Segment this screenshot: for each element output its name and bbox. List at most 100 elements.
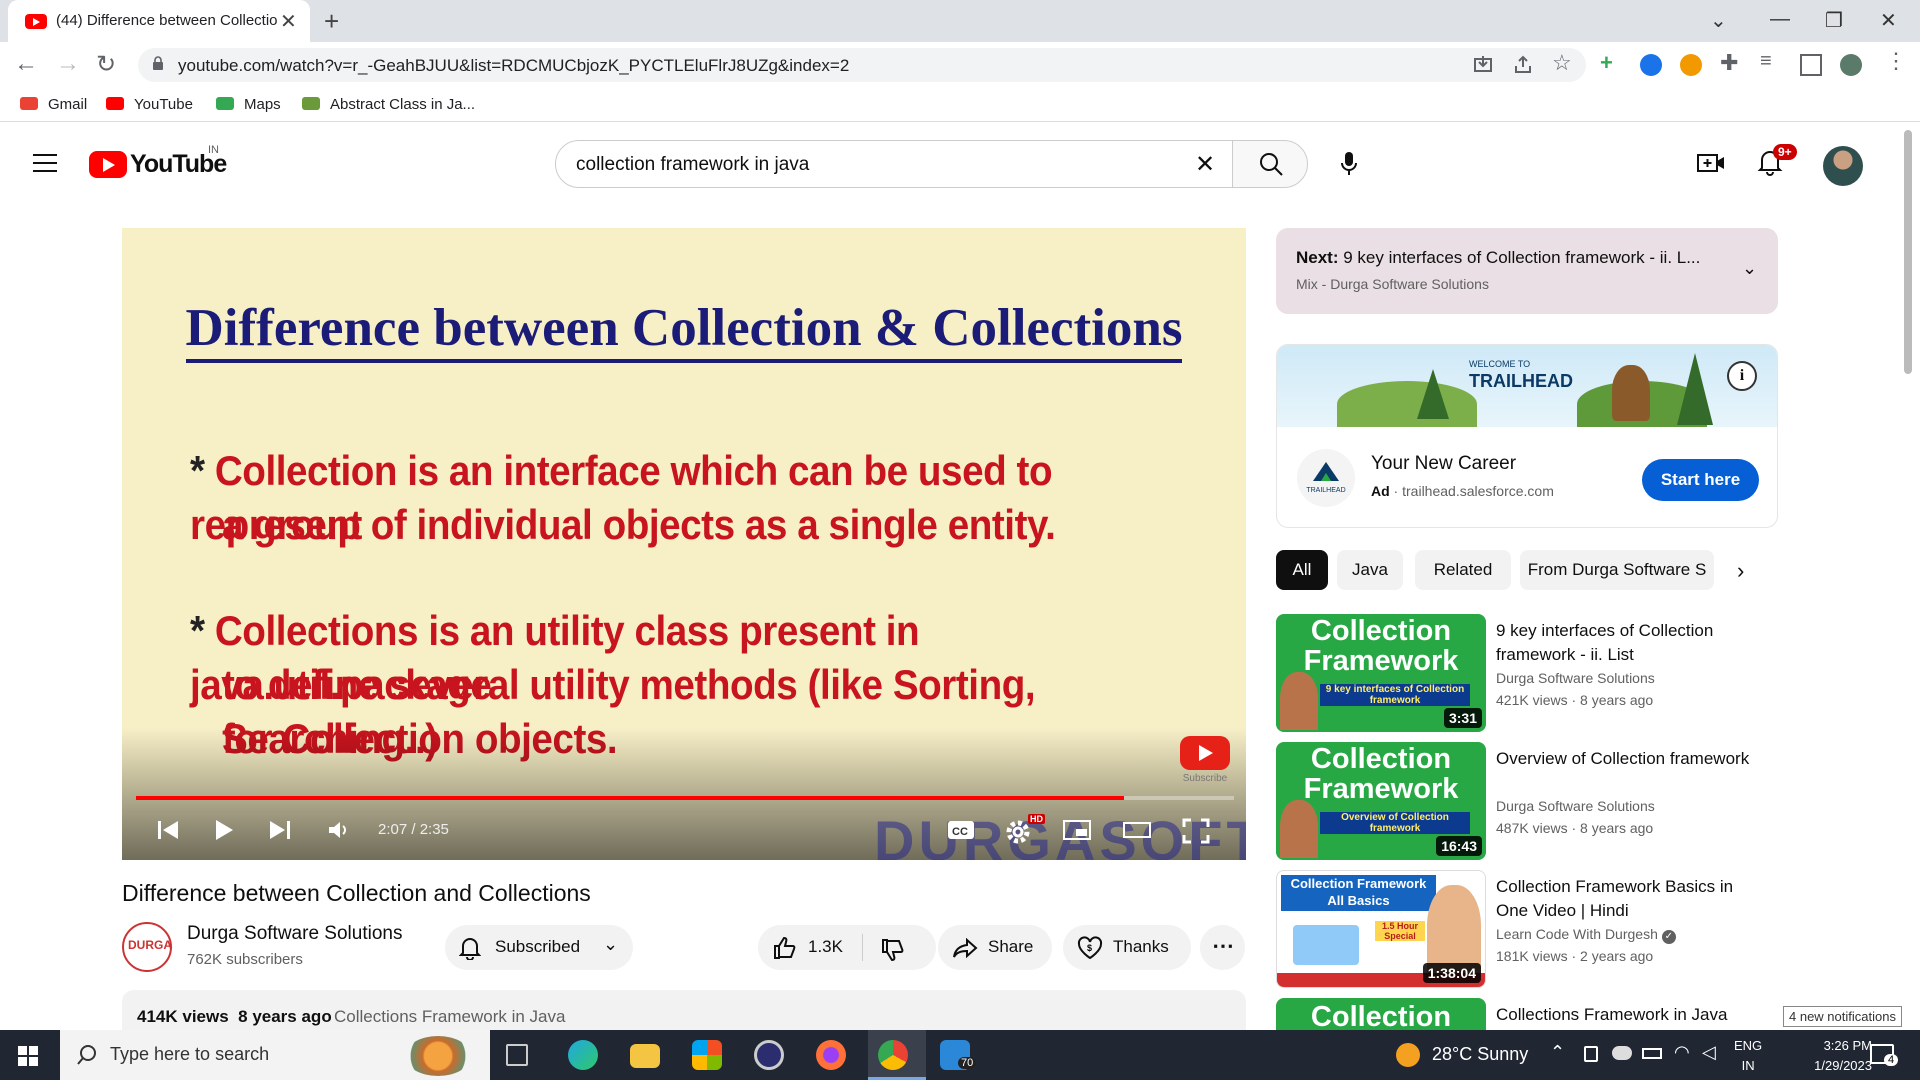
bookmark-maps[interactable]: Maps xyxy=(216,96,281,113)
bookmark-star-icon[interactable]: ☆ xyxy=(1552,50,1574,75)
search-button[interactable] xyxy=(1232,140,1308,188)
page-scrollbar[interactable] xyxy=(1904,130,1912,374)
chip-all[interactable]: All xyxy=(1276,550,1328,590)
chrome-menu-icon[interactable]: ⋮ xyxy=(1885,48,1907,73)
profile-avatar[interactable] xyxy=(1840,54,1862,76)
chip-java[interactable]: Java xyxy=(1337,550,1403,590)
ad-banner-image[interactable]: WELCOME TO TRAILHEAD i xyxy=(1277,345,1777,427)
volume-icon[interactable] xyxy=(326,818,350,842)
bookmark-gmail[interactable]: Gmail xyxy=(20,96,87,113)
thanks-button[interactable]: $ Thanks xyxy=(1063,925,1191,970)
captions-icon[interactable]: CC xyxy=(946,818,976,842)
recommended-channel[interactable]: Learn Code With Durgesh ✓ xyxy=(1496,926,1676,944)
start-here-button[interactable]: Start here xyxy=(1642,459,1759,501)
windows-start-icon[interactable] xyxy=(18,1046,38,1066)
previous-icon[interactable] xyxy=(156,818,180,842)
chevron-down-icon[interactable]: ⌄ xyxy=(1742,258,1757,279)
video-thumbnail[interactable]: Collection Framework 9 key interfaces of… xyxy=(1276,614,1486,732)
new-tab-button[interactable]: + xyxy=(324,6,339,37)
recommended-title[interactable]: 9 key interfaces of Collection framework… xyxy=(1496,619,1766,667)
youtube-logo-icon[interactable] xyxy=(89,151,127,178)
close-tab-icon[interactable]: ✕ xyxy=(280,9,297,34)
channel-avatar[interactable]: DURGA xyxy=(122,922,172,972)
extension-orange-icon[interactable] xyxy=(1680,54,1702,76)
share-page-icon[interactable] xyxy=(1512,54,1534,76)
recommended-video[interactable]: Collection Framework 9 key interfaces of… xyxy=(1276,614,1776,734)
chevron-right-icon[interactable]: › xyxy=(1737,558,1744,584)
battery-icon[interactable] xyxy=(1642,1048,1662,1059)
extension-plus-icon[interactable]: + xyxy=(1600,50,1622,75)
channel-name[interactable]: Durga Software Solutions xyxy=(187,923,402,945)
thumbs-up-icon[interactable] xyxy=(772,935,798,961)
extensions-puzzle-icon[interactable]: ✚ xyxy=(1720,50,1742,75)
next-icon[interactable] xyxy=(268,818,292,842)
clock[interactable]: 3:26 PM 1/29/2023 xyxy=(1800,1036,1872,1076)
extension-blue-icon[interactable] xyxy=(1640,54,1662,76)
video-thumbnail[interactable]: Collection xyxy=(1276,998,1486,1030)
subscribed-button[interactable]: Subscribed ⌄ xyxy=(445,925,633,970)
next-in-mix-card[interactable]: Next: 9 key interfaces of Collection fra… xyxy=(1276,228,1778,314)
recommended-video[interactable]: Collection Framework All Basics 1.5 Hour… xyxy=(1276,870,1776,990)
address-bar[interactable]: youtube.com/watch?v=r_-GeahBJUU&list=RDC… xyxy=(138,48,1586,82)
hamburger-menu-icon[interactable] xyxy=(33,154,57,172)
progress-bar[interactable] xyxy=(136,796,1234,800)
ad-info-icon[interactable]: i xyxy=(1727,361,1757,391)
like-count[interactable]: 1.3K xyxy=(808,937,843,957)
ad-title[interactable]: Your New Career xyxy=(1371,453,1516,475)
edge-icon[interactable] xyxy=(568,1040,598,1070)
share-button[interactable]: Share xyxy=(938,925,1052,970)
search-input[interactable]: collection framework in java xyxy=(555,140,1233,188)
file-explorer-icon[interactable] xyxy=(630,1044,660,1068)
install-icon[interactable] xyxy=(1472,54,1494,76)
chip-related[interactable]: Related xyxy=(1415,550,1511,590)
chevron-up-icon[interactable]: ⌃ xyxy=(1550,1042,1565,1063)
wifi-icon[interactable]: ◠ xyxy=(1674,1042,1690,1063)
description-tags[interactable]: Collections Framework in Java xyxy=(334,1007,565,1027)
recommended-video[interactable]: Collection Framework Overview of Collect… xyxy=(1276,742,1776,862)
recommended-title[interactable]: Collections Framework in Java xyxy=(1496,1003,1766,1027)
task-view-icon[interactable] xyxy=(506,1044,528,1066)
account-avatar[interactable] xyxy=(1823,146,1863,186)
side-panel-icon[interactable] xyxy=(1800,54,1822,76)
voice-search-button[interactable] xyxy=(1325,140,1373,188)
firefox-icon[interactable] xyxy=(816,1040,846,1070)
create-video-icon[interactable] xyxy=(1697,152,1725,174)
bookmark-abstract-class[interactable]: Abstract Class in Ja... xyxy=(302,96,475,113)
speaker-icon[interactable]: ◁ xyxy=(1702,1042,1716,1063)
forward-button[interactable]: → xyxy=(56,50,80,78)
browser-tab[interactable]: (44) Difference between Collectio ✕ xyxy=(8,0,310,42)
more-actions-button[interactable]: ⋯ xyxy=(1200,925,1245,970)
recommended-channel[interactable]: Durga Software Solutions xyxy=(1496,798,1655,814)
ad-card[interactable]: WELCOME TO TRAILHEAD i TRAILHEAD Your Ne… xyxy=(1276,344,1778,528)
onedrive-icon[interactable] xyxy=(1612,1046,1632,1060)
reload-button[interactable]: ↻ xyxy=(96,50,116,79)
clear-search-icon[interactable]: ✕ xyxy=(1195,150,1215,179)
taskbar-search-input[interactable]: Type here to search xyxy=(60,1030,490,1080)
miniplayer-icon[interactable] xyxy=(1062,818,1092,842)
tab-search-icon[interactable]: ⌄ xyxy=(1710,8,1727,33)
recommended-channel[interactable]: Durga Software Solutions xyxy=(1496,670,1655,686)
thumbs-down-icon[interactable] xyxy=(880,937,906,963)
language-indicator[interactable]: ENG IN xyxy=(1734,1036,1762,1076)
chip-from-channel[interactable]: From Durga Software S xyxy=(1520,550,1714,590)
video-player[interactable]: Difference between Collection & Collecti… xyxy=(122,228,1246,860)
theater-mode-icon[interactable] xyxy=(1122,818,1152,842)
minimize-button[interactable]: — xyxy=(1770,8,1790,31)
recommended-video[interactable]: Collection Collections Framework in Java xyxy=(1276,998,1776,1030)
restore-button[interactable]: ❐ xyxy=(1825,8,1843,33)
fullscreen-icon[interactable] xyxy=(1182,818,1210,844)
eclipse-icon[interactable] xyxy=(754,1040,784,1070)
play-icon[interactable] xyxy=(212,818,236,842)
video-thumbnail[interactable]: Collection Framework Overview of Collect… xyxy=(1276,742,1486,860)
video-thumbnail[interactable]: Collection Framework All Basics 1.5 Hour… xyxy=(1276,870,1486,988)
chrome-icon[interactable] xyxy=(878,1040,908,1070)
reading-list-icon[interactable]: ≡ xyxy=(1760,50,1782,72)
subscribe-watermark-icon[interactable] xyxy=(1180,736,1230,770)
back-button[interactable]: ← xyxy=(14,50,38,78)
close-window-button[interactable]: ✕ xyxy=(1880,8,1897,33)
microsoft-store-icon[interactable] xyxy=(692,1040,722,1070)
weather-text[interactable]: 28°C Sunny xyxy=(1432,1044,1528,1065)
bookmark-youtube[interactable]: YouTube xyxy=(106,96,193,113)
recommended-title[interactable]: Overview of Collection framework xyxy=(1496,747,1766,771)
device-icon[interactable] xyxy=(1584,1046,1598,1062)
